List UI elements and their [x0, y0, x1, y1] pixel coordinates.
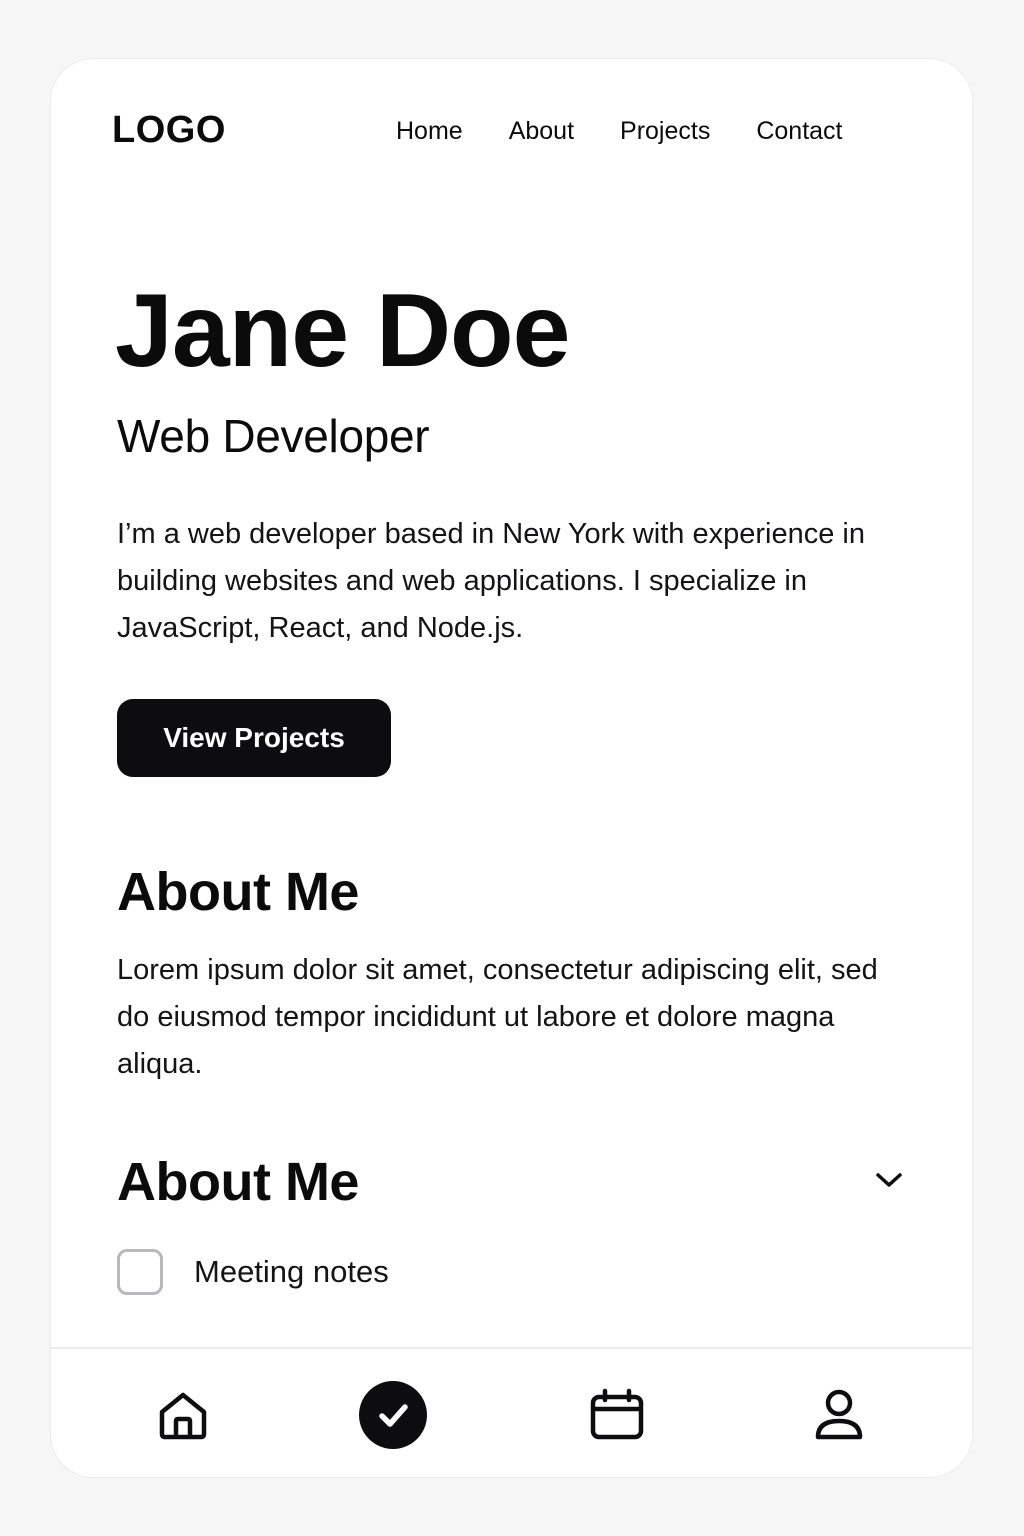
- hero-name: Jane Doe: [115, 273, 570, 389]
- checkbox-label: Meeting notes: [194, 1254, 389, 1289]
- page-card: LOGO Home About Projects Contact Jane Do…: [50, 58, 973, 1478]
- nav-projects-link[interactable]: Projects: [620, 117, 710, 146]
- about-title: About Me: [117, 862, 359, 922]
- hero-role: Web Developer: [117, 410, 430, 462]
- about-body: Lorem ipsum dolor sit amet, consectetur …: [117, 954, 878, 1080]
- nav-about-link[interactable]: About: [509, 117, 574, 146]
- collapsible-title[interactable]: About Me: [117, 1155, 359, 1209]
- bottom-tab-bar: [51, 1349, 972, 1477]
- hero-description: I’m a web developer based in New York wi…: [117, 518, 865, 644]
- top-nav: Home About Projects Contact: [396, 117, 843, 146]
- tab-tasks[interactable]: [357, 1379, 429, 1451]
- home-icon: [159, 1392, 207, 1440]
- logo[interactable]: LOGO: [112, 109, 226, 152]
- nav-contact-link[interactable]: Contact: [756, 117, 842, 146]
- check-circle-icon: [359, 1381, 427, 1449]
- chevron-down-icon[interactable]: [869, 1163, 909, 1197]
- user-icon: [815, 1389, 863, 1440]
- tab-profile[interactable]: [803, 1379, 875, 1451]
- view-projects-button[interactable]: View Projects: [117, 699, 391, 777]
- tab-calendar[interactable]: [581, 1379, 653, 1451]
- meeting-notes-checkbox[interactable]: [117, 1249, 163, 1295]
- tab-home[interactable]: [147, 1379, 219, 1451]
- nav-home-link[interactable]: Home: [396, 117, 463, 146]
- calendar-icon: [590, 1388, 644, 1440]
